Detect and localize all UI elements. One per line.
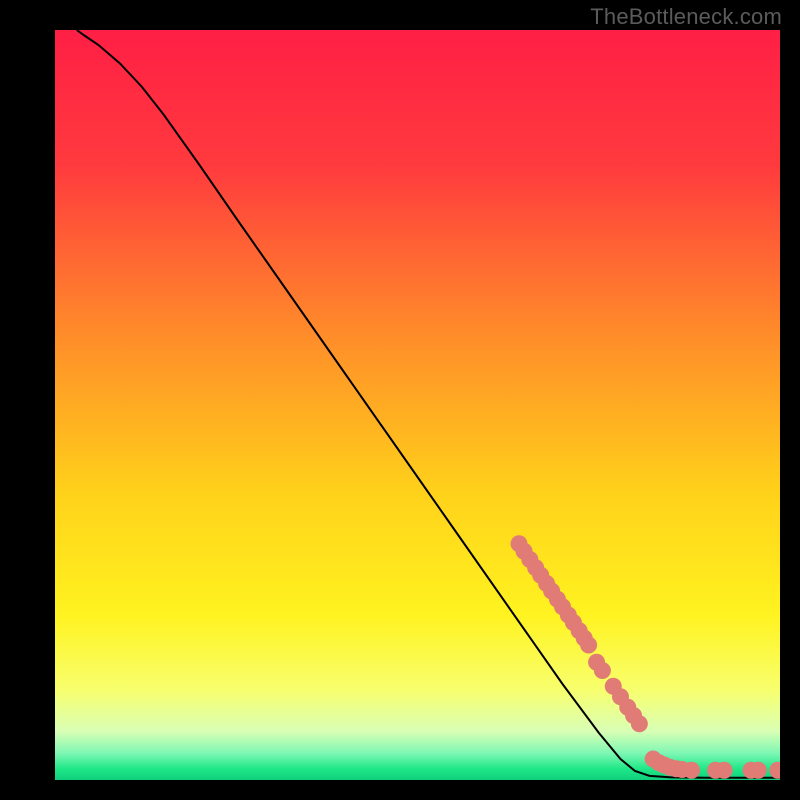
data-point [750, 762, 767, 779]
data-point [683, 762, 700, 779]
data-point [580, 637, 597, 654]
chart-svg [55, 30, 780, 780]
data-point [716, 762, 733, 779]
data-point [594, 662, 611, 679]
watermark-text: TheBottleneck.com [590, 4, 782, 30]
data-point [631, 715, 648, 732]
gradient-background [55, 30, 780, 780]
plot-area [55, 30, 780, 780]
chart-frame: TheBottleneck.com [0, 0, 800, 800]
